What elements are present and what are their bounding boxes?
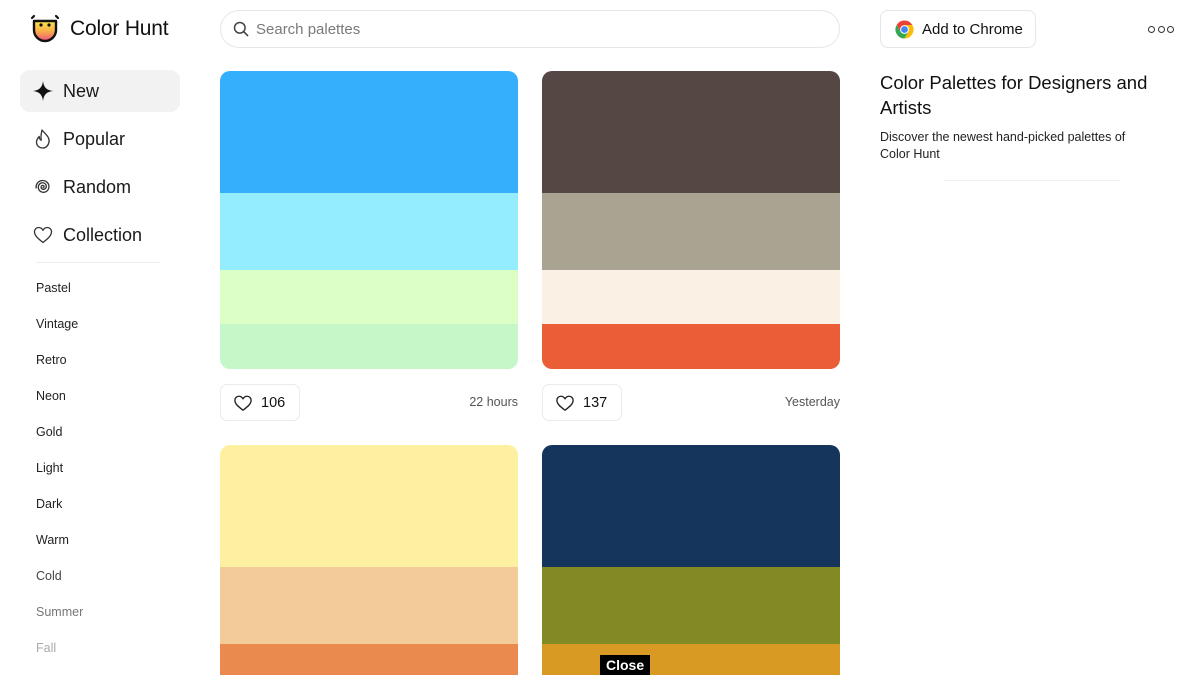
intro-divider [944,180,1120,181]
palette-swatches[interactable] [542,71,840,369]
sidebar-item-collection[interactable]: Collection [20,214,180,256]
heart-icon [234,395,252,411]
tag-neon[interactable]: Neon [36,388,83,424]
sidebar-item-label: Popular [63,128,126,149]
intro-panel: Color Palettes for Designers and Artists… [880,70,1150,163]
add-to-chrome-label: Add to Chrome [922,20,1023,38]
spiral-icon [32,176,54,198]
color-swatch[interactable] [542,270,840,324]
color-swatch[interactable] [542,567,840,644]
sidebar-item-label: New [63,80,100,101]
color-swatch[interactable] [542,445,840,567]
tag-vintage[interactable]: Vintage [36,316,83,352]
palette-time: Yesterday [784,395,840,409]
sparkle-icon [32,80,54,102]
palette-time: 22 hours [469,395,518,409]
tag-dark[interactable]: Dark [36,496,83,532]
palette-card [220,445,518,675]
more-dot [1157,25,1165,33]
sidebar-item-popular[interactable]: Popular [20,118,180,160]
like-count: 137 [583,394,608,411]
sidebar-item-new[interactable]: New [20,70,180,112]
intro-description: Discover the newest hand-picked palettes… [880,130,1126,161]
like-button[interactable]: 106 [220,384,301,421]
color-swatch[interactable] [220,644,518,675]
search-bar[interactable] [220,10,840,48]
more-dot [1148,25,1155,33]
palette-swatches[interactable] [220,445,518,675]
color-swatch[interactable] [220,71,518,193]
add-to-chrome-button[interactable]: Add to Chrome [880,10,1036,48]
color-swatch[interactable] [542,644,840,675]
color-swatch[interactable] [220,567,518,644]
tag-light[interactable]: Light [36,460,83,496]
tag-gold[interactable]: Gold [36,424,83,460]
sidebar-item-label: Random [63,176,132,197]
tag-retro[interactable]: Retro [36,352,83,388]
close-button[interactable]: Close [600,655,651,675]
tag-cold[interactable]: Cold [36,568,83,604]
color-swatch[interactable] [220,270,518,324]
palette-card: 137 Yesterday [542,71,840,421]
more-dot [1167,25,1174,33]
tag-fall[interactable]: Fall [36,640,83,675]
palette-swatches[interactable] [220,71,518,369]
tag-list: Pastel Vintage Retro Neon Gold Light Dar… [36,280,83,675]
like-button[interactable]: 137 [542,384,623,421]
sidebar-item-label: Collection [63,224,143,245]
search-input[interactable] [256,20,816,38]
color-swatch[interactable] [542,71,840,193]
heart-icon [32,224,54,246]
sidebar-divider [36,262,160,263]
color-swatch[interactable] [220,193,518,270]
tag-pastel[interactable]: Pastel [36,280,83,316]
palette-card [542,445,840,675]
logo[interactable]: Color Hunt [28,12,169,46]
tag-warm[interactable]: Warm [36,532,83,568]
app-name: Color Hunt [70,17,169,40]
color-swatch[interactable] [220,324,518,369]
palette-footer: 137 Yesterday [542,369,840,421]
color-swatch[interactable] [542,193,840,270]
sidebar-item-random[interactable]: Random [20,166,180,208]
heart-icon [556,395,574,411]
palette-card: 106 22 hours [220,71,518,421]
search-icon [233,21,249,37]
like-count: 106 [261,394,286,411]
palette-footer: 106 22 hours [220,369,518,421]
color-swatch[interactable] [542,324,840,369]
more-dots-icon[interactable] [1148,20,1174,38]
palette-swatches[interactable] [542,445,840,675]
intro-title: Color Palettes for Designers and Artists [880,72,1148,118]
sidebar-nav: New Popular Random Collection [20,70,180,262]
logo-cup-icon [30,14,60,43]
tag-summer[interactable]: Summer [36,604,83,640]
chrome-icon [895,19,914,39]
flame-icon [32,128,54,150]
color-swatch[interactable] [220,445,518,567]
